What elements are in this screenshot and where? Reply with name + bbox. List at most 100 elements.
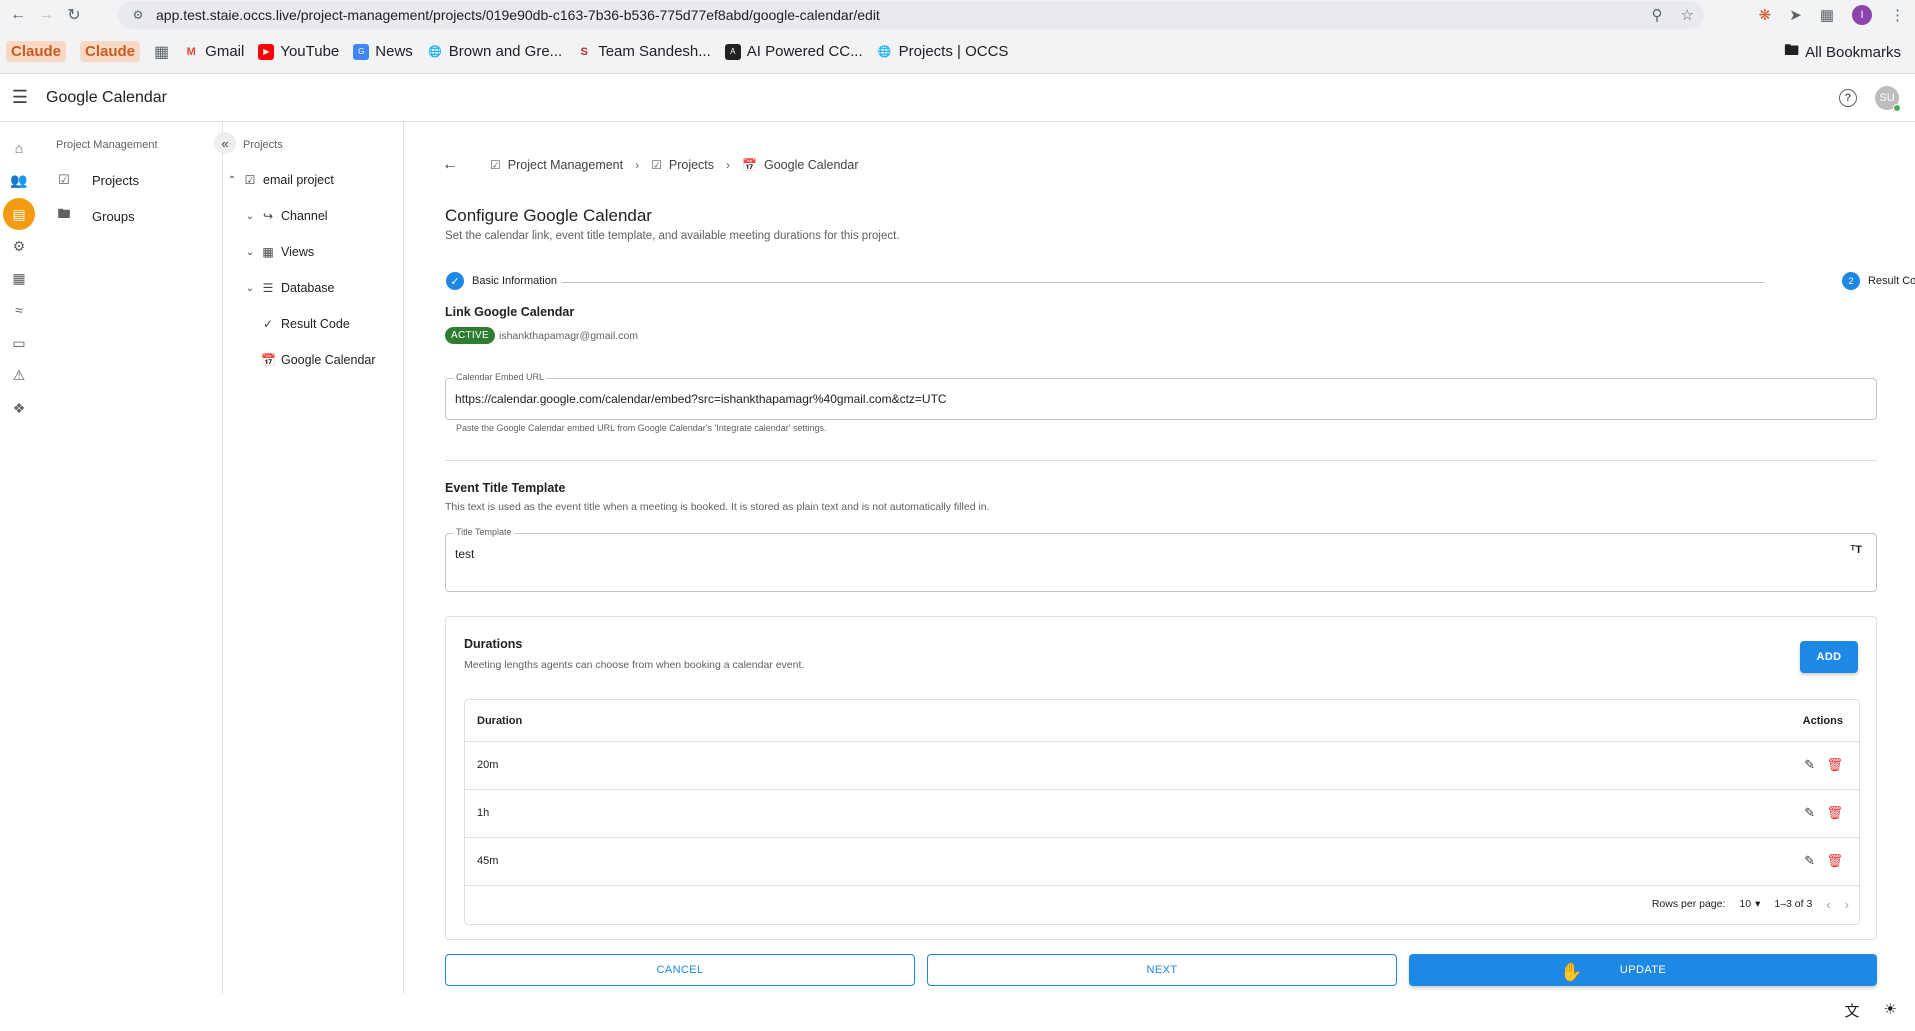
analytics-icon[interactable]: ≈	[6, 297, 32, 323]
bookmark-projects-occs[interactable]: 🌐 Projects | OCCS	[877, 43, 1009, 60]
tree-item-email-project[interactable]: ⌃ ☑ email project	[227, 170, 334, 190]
table-row: 1h ✎ 🗑	[465, 790, 1859, 838]
claude-extension-icon[interactable]: ❋	[1759, 6, 1772, 24]
section-divider	[445, 460, 1877, 461]
sidebar-item-groups[interactable]: 🖿 Groups	[56, 206, 134, 226]
text-format-icon[interactable]: ᵀT	[1851, 544, 1862, 556]
edit-icon[interactable]: ✎	[1804, 853, 1815, 869]
chevron-up-icon[interactable]: ⌃	[227, 175, 237, 186]
user-avatar[interactable]: SU	[1875, 86, 1901, 112]
theme-toggle-icon[interactable]: ☀	[1884, 1000, 1897, 1021]
tree-item-google-calendar[interactable]: 📅 Google Calendar	[245, 350, 376, 370]
link-calendar-title: Link Google Calendar	[445, 305, 575, 319]
pagination-range: 1–3 of 3	[1774, 898, 1813, 910]
alert-icon[interactable]: ⚠	[6, 362, 32, 388]
settings-icon[interactable]: ⚙	[6, 233, 32, 259]
breadcrumb-item-projects[interactable]: ☑ Projects	[651, 158, 714, 172]
chevron-right-icon: ›	[726, 158, 731, 172]
menu-icon[interactable]: ☰	[0, 87, 40, 108]
folder-icon: 🖿	[1784, 41, 1800, 59]
step-basic-information[interactable]: ✓ Basic Information	[446, 272, 557, 290]
contacts-icon[interactable]: ▦	[6, 265, 32, 291]
chevron-down-icon[interactable]: ⌄	[245, 247, 255, 258]
translate-icon[interactable]: 文	[1845, 1000, 1860, 1021]
calendar-embed-url-field[interactable]: Calendar Embed URL https://calendar.goog…	[445, 372, 1877, 420]
tree-item-result-code[interactable]: ✓ Result Code	[245, 314, 350, 334]
tree-item-channel[interactable]: ⌄ ↪ Channel	[245, 206, 328, 226]
delete-icon[interactable]: 🗑	[1826, 757, 1843, 773]
form-actions: CANCEL NEXT UPDATE	[445, 954, 1877, 988]
project-management-icon[interactable]: ▤	[3, 198, 35, 230]
bookmark-gmail[interactable]: M Gmail	[183, 43, 245, 60]
all-bookmarks[interactable]: 🖿 All Bookmarks	[1784, 30, 1901, 74]
field-value[interactable]: https://calendar.google.com/calendar/emb…	[455, 392, 947, 406]
bookmark-brown-green[interactable]: 🌐 Brown and Gre...	[427, 43, 562, 60]
online-status-dot	[1893, 104, 1901, 112]
apps-grid-icon[interactable]: ▦	[154, 42, 169, 62]
profile-avatar[interactable]: I	[1852, 5, 1872, 25]
title-template-field[interactable]: Title Template test ᵀT	[445, 527, 1877, 592]
cancel-button[interactable]: CANCEL	[445, 954, 915, 986]
edit-icon[interactable]: ✎	[1804, 805, 1815, 821]
table-row: 45m ✎ 🗑	[465, 838, 1859, 886]
sidebar-item-projects[interactable]: ☑ Projects	[56, 170, 139, 190]
back-arrow-icon[interactable]: ←	[442, 156, 458, 174]
grid-icon: ▦	[262, 245, 274, 259]
step-number: 2	[1841, 272, 1860, 290]
add-duration-button[interactable]: ADD	[1800, 641, 1858, 673]
bookmark-claude-1[interactable]: Claude	[6, 41, 67, 62]
field-value[interactable]: test	[455, 547, 474, 561]
icon-rail: ⌂ 👥 ▤ ⚙ ▦ ≈ ▭ ⚠ ❖	[0, 122, 38, 994]
help-icon[interactable]: ?	[1839, 89, 1857, 107]
field-label: Title Template	[453, 527, 515, 537]
zoom-icon[interactable]: ⚲	[1652, 6, 1663, 24]
main-content: ← ☑ Project Management › ☑ Projects › 📅 …	[404, 122, 1915, 994]
bookmark-youtube[interactable]: ▶ YouTube	[258, 43, 339, 60]
stepper: ✓ Basic Information 2 Result Codes	[446, 272, 1915, 294]
users-icon[interactable]: 👥	[6, 167, 32, 193]
address-bar[interactable]: ⚙ app.test.staie.occs.live/project-manag…	[118, 1, 1704, 29]
home-icon[interactable]: ⌂	[6, 135, 32, 161]
next-page-icon[interactable]: ›	[1845, 897, 1849, 912]
forward-icon[interactable]: →	[32, 1, 60, 29]
prev-page-icon[interactable]: ‹	[1826, 897, 1830, 912]
duration-cell: 45m	[477, 855, 499, 867]
bookmark-star-icon[interactable]: ☆	[1681, 6, 1694, 24]
tree-item-views[interactable]: ⌄ ▦ Views	[245, 242, 314, 262]
page-subtitle: Set the calendar link, event title templ…	[445, 230, 900, 242]
chevron-down-icon[interactable]: ⌄	[245, 211, 255, 222]
delete-icon[interactable]: 🗑	[1826, 853, 1843, 869]
edit-icon[interactable]: ✎	[1804, 757, 1815, 773]
delete-icon[interactable]: 🗑	[1826, 805, 1843, 821]
collapse-sidebar-icon[interactable]: «	[214, 132, 236, 154]
breadcrumb-item-project-management[interactable]: ☑ Project Management	[490, 158, 623, 172]
update-button[interactable]: UPDATE	[1409, 954, 1877, 986]
rows-per-page-select[interactable]: 10 ▾	[1739, 898, 1760, 910]
reload-icon[interactable]: ↻	[60, 1, 88, 29]
caret-down-icon: ▾	[1755, 898, 1761, 910]
linked-account-email: ishankthapamagr@gmail.com	[499, 330, 639, 342]
table-pagination: Rows per page: 10 ▾ 1–3 of 3 ‹ ›	[1652, 894, 1849, 914]
bookmark-claude-2[interactable]: Claude	[80, 41, 141, 62]
step-result-codes[interactable]: 2 Result Codes	[1841, 272, 1915, 290]
bookmark-ai-powered[interactable]: A AI Powered CC...	[724, 43, 863, 60]
url-text[interactable]: app.test.staie.occs.live/project-managem…	[156, 7, 880, 23]
calendar-icon: 📅	[742, 158, 757, 172]
next-button[interactable]: NEXT	[927, 954, 1397, 986]
event-title-template-title: Event Title Template	[445, 481, 566, 495]
gmail-icon: M	[186, 45, 196, 58]
send-extension-icon[interactable]: ➤	[1789, 6, 1802, 24]
breadcrumb-item-google-calendar: 📅 Google Calendar	[742, 158, 859, 172]
chevron-down-icon[interactable]: ⌄	[245, 283, 255, 294]
monitor-icon[interactable]: ▭	[6, 330, 32, 356]
site-info-icon[interactable]: ⚙	[130, 7, 146, 23]
tree-item-database[interactable]: ⌄ ☰ Database	[245, 278, 335, 298]
back-icon[interactable]: ←	[4, 1, 32, 29]
extensions-puzzle-icon[interactable]: ▦	[1820, 6, 1834, 24]
database-icon: ☰	[262, 281, 274, 295]
bookmark-team-sandesh[interactable]: S Team Sandesh...	[576, 43, 711, 60]
bookmark-news[interactable]: G News	[353, 43, 413, 60]
column-header-duration: Duration	[477, 715, 523, 727]
browser-menu-icon[interactable]: ⋮	[1890, 6, 1905, 24]
extensions-icon[interactable]: ❖	[6, 395, 32, 421]
